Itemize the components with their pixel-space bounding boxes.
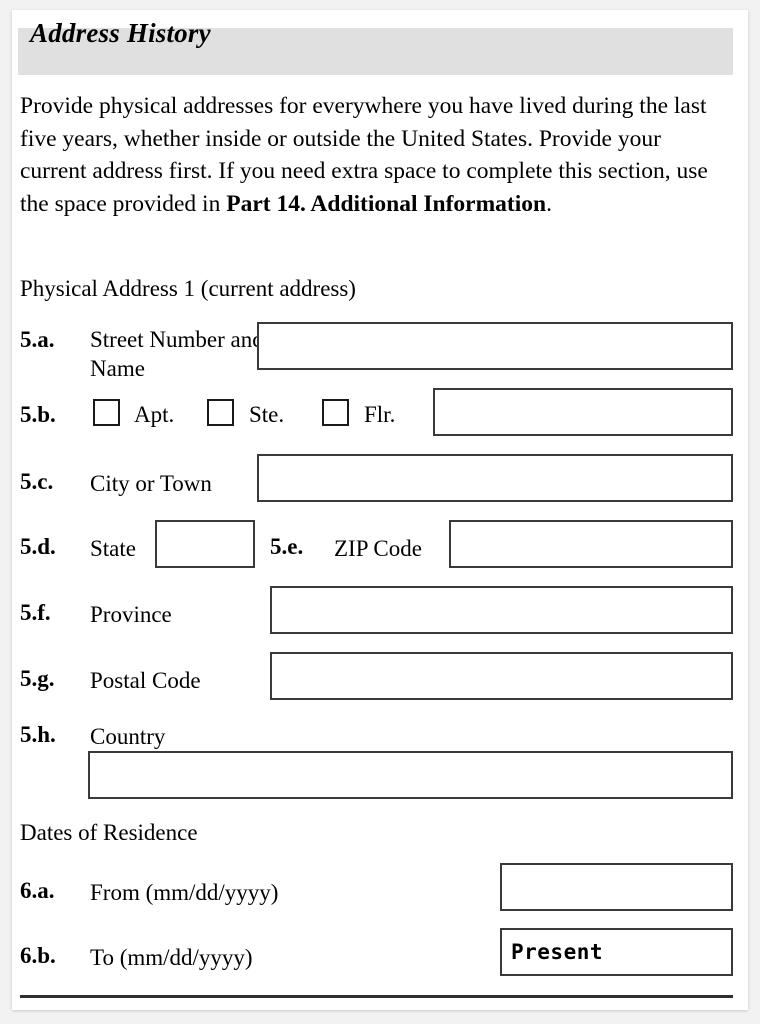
checkbox-apt[interactable]: [93, 399, 120, 426]
dates-of-residence-heading: Dates of Residence: [20, 820, 198, 845]
label-city-or-town: City or Town: [90, 471, 212, 496]
item-number-5h: 5.h.: [20, 722, 56, 747]
label-province: Province: [90, 602, 172, 627]
section-divider-rule: [20, 995, 733, 998]
instructions-period: .: [546, 190, 552, 217]
label-date-to: To (mm/dd/yyyy): [90, 945, 253, 970]
input-city-or-town[interactable]: [257, 454, 733, 502]
checkbox-flr[interactable]: [322, 399, 349, 426]
label-postal-code: Postal Code: [90, 668, 201, 693]
label-street-number-and-name: Street Number and Name: [90, 327, 264, 381]
label-state: State: [90, 536, 136, 561]
label-zip-code: ZIP Code: [334, 536, 422, 561]
input-state[interactable]: [155, 520, 255, 568]
instructions-part-reference: Part 14. Additional Information: [226, 190, 547, 217]
input-postal-code[interactable]: [270, 652, 733, 700]
item-number-5f: 5.f.: [20, 600, 51, 625]
item-number-5c: 5.c.: [20, 469, 54, 494]
item-number-6b: 6.b.: [20, 943, 56, 968]
item-number-5e: 5.e.: [270, 534, 304, 559]
input-apt-ste-flr-number[interactable]: [433, 388, 733, 436]
input-zip-code[interactable]: [449, 520, 733, 568]
section-instructions: Provide physical addresses for everywher…: [20, 90, 730, 220]
item-number-5a: 5.a.: [20, 327, 55, 352]
physical-address-heading: Physical Address 1 (current address): [20, 276, 356, 301]
item-number-6a: 6.a.: [20, 878, 55, 903]
item-number-5b: 5.b.: [20, 402, 56, 427]
label-date-from: From (mm/dd/yyyy): [90, 880, 279, 905]
label-apt: Apt.: [134, 402, 175, 427]
checkbox-ste[interactable]: [207, 399, 234, 426]
input-date-to-value: Present: [511, 940, 604, 964]
item-number-5g: 5.g.: [20, 666, 55, 691]
input-province[interactable]: [270, 586, 733, 634]
label-country: Country: [90, 724, 166, 749]
instructions-line-1: Provide physical addresses for everywher…: [20, 93, 567, 119]
form-page: Address History Provide physical address…: [12, 10, 748, 1010]
label-flr: Flr.: [364, 402, 396, 427]
item-number-5d: 5.d.: [20, 534, 56, 559]
section-title: Address History: [30, 18, 211, 48]
input-date-from[interactable]: [500, 863, 733, 911]
input-street-number-and-name[interactable]: [257, 322, 733, 370]
input-date-to[interactable]: Present: [500, 928, 733, 976]
label-ste: Ste.: [249, 402, 285, 427]
input-country[interactable]: [88, 751, 733, 799]
